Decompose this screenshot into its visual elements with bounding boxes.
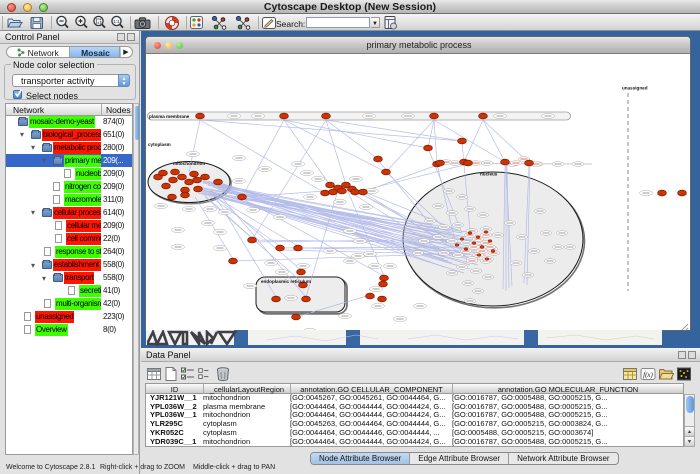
svg-text:mitochondrion: mitochondrion [173, 161, 205, 166]
svg-text:nucleus: nucleus [480, 172, 498, 177]
svg-text:1:1: 1:1 [113, 19, 120, 24]
svg-text:unassigned: unassigned [622, 86, 648, 91]
svg-text:cytoplasm: cytoplasm [148, 142, 171, 147]
svg-text:endoplasmic reticulum: endoplasmic reticulum [261, 279, 311, 284]
svg-text:plasma membrane: plasma membrane [149, 114, 190, 119]
svg-text:f(x): f(x) [643, 371, 653, 379]
